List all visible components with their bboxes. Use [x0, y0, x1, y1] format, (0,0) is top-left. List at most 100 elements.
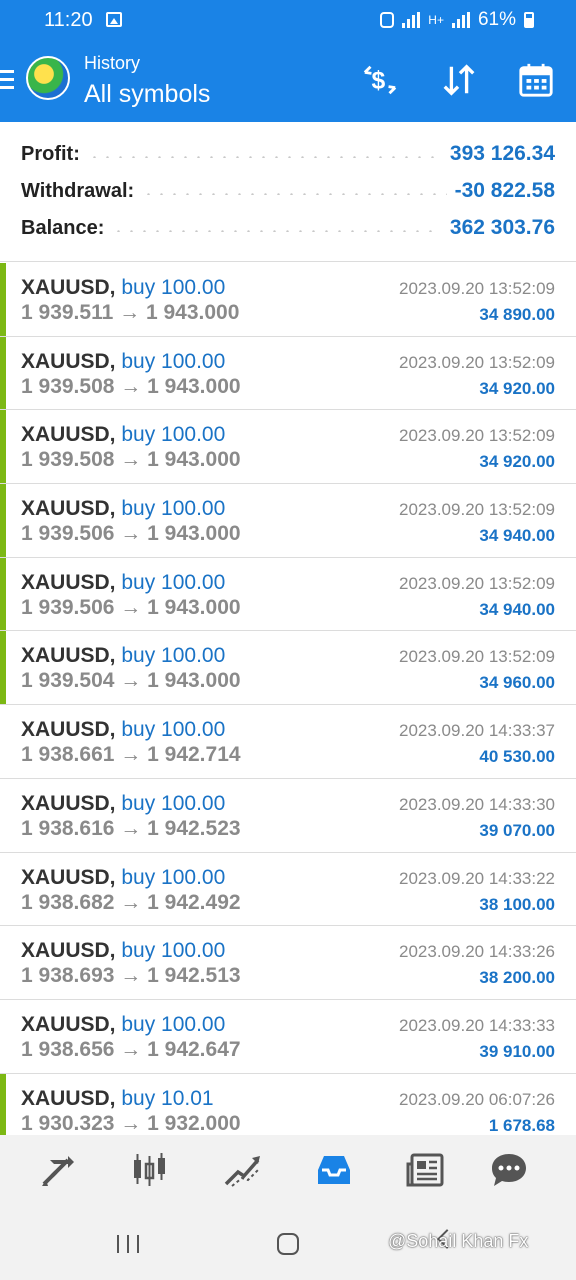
trade-row[interactable]: XAUUSD, buy 100.00 1 938.661 → 1 942.714… [0, 705, 576, 779]
history-icon [318, 1156, 350, 1184]
close-price: 1 942.714 [147, 743, 241, 767]
close-price: 1 943.000 [147, 448, 241, 472]
arrow: → [120, 890, 142, 914]
trade-prices: 1 939.508 → 1 943.000 [21, 448, 241, 472]
trade-title: XAUUSD, buy 100.00 [21, 1013, 225, 1037]
trade-row[interactable]: XAUUSD, buy 100.00 1 939.506 → 1 943.000… [0, 557, 576, 632]
trade-profit: 39 070.00 [479, 820, 555, 840]
gallery-notification-icon [106, 12, 122, 27]
balance-row: Balance: 362 303.76 [21, 213, 555, 243]
network-type-label: H+ [428, 13, 444, 27]
chart-icon [134, 1153, 165, 1186]
trade-row[interactable]: XAUUSD, buy 100.00 1 939.508 → 1 943.000… [0, 410, 576, 485]
menu-icon[interactable] [0, 70, 14, 94]
trade-symbol: XAUUSD, [21, 718, 116, 742]
trade-side-volume: buy 100.00 [121, 865, 226, 889]
trade-prices: 1 939.506 → 1 943.000 [21, 522, 241, 546]
sort-button[interactable] [437, 60, 481, 100]
nav-chat[interactable] [486, 1149, 532, 1191]
trade-row[interactable]: XAUUSD, buy 100.00 1 938.682 → 1 942.492… [0, 853, 576, 927]
trade-time: 2023.09.20 14:33:37 [399, 721, 555, 741]
trade-title: XAUUSD, buy 100.00 [21, 571, 225, 595]
arrow: → [120, 522, 142, 546]
arrow: → [120, 1037, 142, 1061]
nav-trade[interactable] [219, 1149, 265, 1191]
nav-history[interactable] [311, 1149, 357, 1191]
trade-time: 2023.09.20 14:33:22 [399, 868, 555, 888]
open-price: 1 938.693 [21, 964, 115, 988]
trade-profit: 38 100.00 [479, 894, 555, 914]
trade-time: 2023.09.20 13:52:09 [399, 352, 555, 372]
balance-value: 362 303.76 [449, 216, 555, 239]
news-icon [406, 1153, 444, 1187]
home-button[interactable] [277, 1233, 299, 1255]
arrow: → [120, 448, 142, 472]
nav-news[interactable] [403, 1149, 449, 1191]
profit-marker [0, 336, 6, 410]
wifi-signal-icon [402, 12, 421, 28]
trade-time: 2023.09.20 13:52:09 [399, 647, 555, 667]
trade-time: 2023.09.20 06:07:26 [399, 1089, 555, 1109]
close-price: 1 942.492 [147, 890, 241, 914]
recent-apps-button[interactable] [117, 1235, 139, 1253]
nav-chart[interactable] [127, 1149, 173, 1191]
profit-marker [0, 557, 6, 631]
dollar-exchange-icon: $ [363, 65, 397, 95]
leader-dots [142, 193, 447, 195]
close-price: 1 943.000 [147, 522, 241, 546]
trade-row[interactable]: XAUUSD, buy 100.00 1 938.656 → 1 942.647… [0, 1000, 576, 1074]
leader-dots [87, 156, 442, 158]
trade-row[interactable]: XAUUSD, buy 100.00 1 938.616 → 1 942.523… [0, 779, 576, 853]
trade-profit: 34 920.00 [479, 452, 555, 472]
trade-symbol: XAUUSD, [21, 865, 116, 889]
deposit-withdraw-button[interactable]: $ [358, 60, 402, 100]
trade-title: XAUUSD, buy 100.00 [21, 276, 225, 300]
arrow: → [120, 743, 142, 767]
trade-time: 2023.09.20 14:33:26 [399, 942, 555, 962]
trade-row[interactable]: XAUUSD, buy 100.00 1 939.504 → 1 943.000… [0, 631, 576, 706]
trade-row[interactable]: XAUUSD, buy 100.00 1 939.511 → 1 943.000… [0, 263, 576, 337]
profit-marker [0, 263, 6, 336]
open-price: 1 939.511 [21, 301, 114, 324]
trade-symbol: XAUUSD, [21, 423, 116, 447]
trade-symbol: XAUUSD, [21, 497, 116, 521]
close-price: 1 942.647 [147, 1037, 241, 1061]
app-bar: History All symbols $ [0, 42, 576, 122]
trade-row[interactable]: XAUUSD, buy 100.00 1 939.508 → 1 943.000… [0, 336, 576, 411]
cell-signal-icon [451, 12, 470, 28]
trade-prices: 1 938.656 → 1 942.647 [21, 1038, 241, 1062]
open-price: 1 939.506 [21, 522, 115, 546]
trade-time: 2023.09.20 14:33:30 [399, 794, 555, 814]
trade-profit: 34 920.00 [479, 378, 555, 398]
trade-title: XAUUSD, buy 100.00 [21, 866, 225, 890]
page-title[interactable]: All symbols [84, 80, 210, 109]
nav-quotes[interactable] [35, 1149, 81, 1191]
trade-title: XAUUSD, buy 100.00 [21, 718, 225, 742]
trade-row[interactable]: XAUUSD, buy 100.00 1 939.506 → 1 943.000… [0, 484, 576, 558]
trade-prices: 1 938.693 → 1 942.513 [21, 964, 241, 988]
trade-side-volume: buy 100.00 [121, 349, 226, 373]
page-subtitle: History [84, 53, 141, 73]
profit-marker [0, 410, 6, 484]
trade-side-volume: buy 100.00 [121, 791, 226, 815]
trade-title: XAUUSD, buy 100.00 [21, 792, 225, 816]
trade-row[interactable]: XAUUSD, buy 100.00 1 938.693 → 1 942.513… [0, 926, 576, 1000]
open-price: 1 930.323 [21, 1111, 115, 1135]
trade-symbol: XAUUSD, [21, 570, 116, 594]
trade-side-volume: buy 100.00 [121, 1012, 226, 1036]
period-button[interactable] [514, 60, 558, 100]
trade-icon [224, 1156, 260, 1187]
trade-time: 2023.09.20 14:33:33 [399, 1015, 555, 1035]
arrow: → [120, 964, 142, 988]
trade-prices: 1 938.682 → 1 942.492 [21, 891, 241, 915]
open-price: 1 938.682 [21, 890, 115, 914]
trade-side-volume: buy 100.00 [121, 939, 226, 963]
trade-prices: 1 930.323 → 1 932.000 [21, 1112, 241, 1136]
trade-prices: 1 939.511 → 1 943.000 [21, 301, 239, 325]
app-header-area: 11:20 H+ 61% History All symbols $ [0, 0, 576, 122]
calendar-icon [519, 63, 553, 97]
close-price: 1 932.000 [147, 1111, 241, 1135]
trade-time: 2023.09.20 13:52:09 [399, 426, 555, 446]
trade-title: XAUUSD, buy 100.00 [21, 423, 225, 447]
withdrawal-value: -30 822.58 [454, 179, 555, 202]
